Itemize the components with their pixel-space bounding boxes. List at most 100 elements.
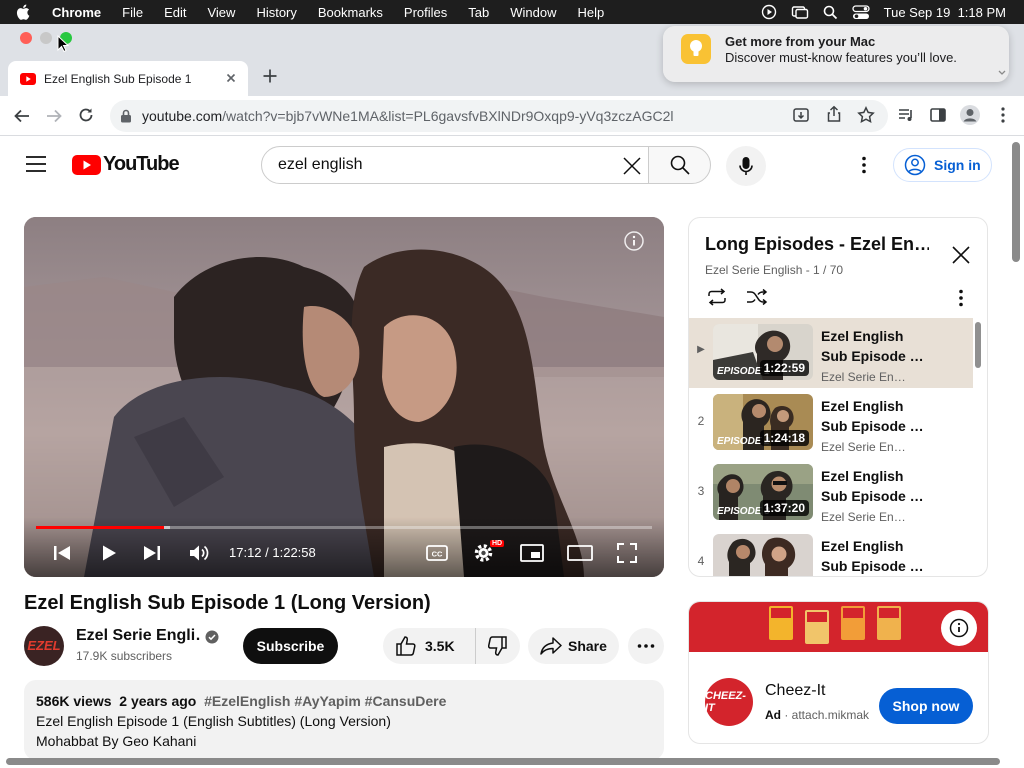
playlist-item[interactable]: ▶ EPISODE 1 1:22:59 Ezel English Sub Epi…	[689, 318, 973, 388]
menu-view[interactable]: View	[207, 5, 235, 20]
miniplayer-icon[interactable]	[520, 544, 544, 562]
youtube-logo[interactable]: YouTube	[72, 153, 180, 176]
search-input[interactable]: ezel english	[261, 146, 649, 184]
menu-bookmarks[interactable]: Bookmarks	[318, 5, 383, 20]
channel-avatar-text: EZEL	[27, 638, 61, 653]
notification-chevron-icon[interactable]	[997, 68, 1007, 78]
menubar-clock[interactable]: Tue Sep 19 1:18 PM	[884, 5, 1006, 20]
video-info-icon[interactable]	[624, 231, 644, 251]
sponsored-ad[interactable]: CHEEZ-IT Cheez-It Ad · attach.mikmak Sho…	[688, 601, 989, 744]
shop-now-button[interactable]: Shop now	[879, 688, 973, 724]
search-button[interactable]	[648, 146, 711, 184]
description-line-1: Ezel English Episode 1 (English Subtitle…	[36, 713, 391, 729]
ad-info-button[interactable]	[941, 610, 977, 646]
playlist-item-index: 4	[697, 554, 705, 568]
spotlight-search-icon[interactable]	[823, 5, 838, 20]
screen-mirroring-icon[interactable]	[791, 4, 809, 20]
advertiser-name[interactable]: Cheez-It	[765, 682, 825, 700]
new-tab-icon[interactable]	[262, 68, 278, 84]
menu-tab[interactable]: Tab	[468, 5, 489, 20]
share-page-icon[interactable]	[825, 105, 843, 123]
upload-age: 2 years ago	[119, 693, 197, 709]
side-panel-icon[interactable]	[929, 106, 947, 124]
url-text[interactable]: youtube.com/watch?v=bjb7vWNe1MA&list=PL6…	[142, 108, 742, 124]
previous-video-icon[interactable]	[52, 544, 72, 562]
close-playlist-icon[interactable]	[951, 245, 971, 265]
like-button[interactable]: 3.5K	[383, 628, 476, 664]
control-center-icon[interactable]	[851, 4, 870, 20]
playlist-title[interactable]: Long Episodes - Ezel En…	[705, 234, 929, 255]
playlist-item[interactable]: 3 EPISODE 3 1:37:20 Ezel English Sub Epi…	[689, 458, 973, 528]
forward-arrow-icon[interactable]	[45, 107, 63, 125]
install-app-icon[interactable]	[792, 106, 810, 124]
playlist-item-title: Ezel English Sub Episode …	[821, 468, 924, 504]
advertiser-logo[interactable]: CHEEZ-IT	[705, 678, 753, 726]
clear-search-icon[interactable]	[622, 156, 642, 176]
shuffle-playlist-icon[interactable]	[746, 288, 768, 306]
ad-banner-image[interactable]	[689, 602, 988, 652]
address-bar[interactable]: youtube.com/watch?v=bjb7vWNe1MA&list=PL6…	[110, 100, 888, 132]
chrome-menu-icon[interactable]	[996, 106, 1010, 124]
playlist-item[interactable]: 4 Ezel English Sub Episode …	[689, 528, 973, 576]
progress-bar[interactable]	[36, 526, 652, 529]
channel-avatar[interactable]: EZEL	[24, 626, 64, 666]
menu-help[interactable]: Help	[578, 5, 605, 20]
video-duration: 1:37:20	[759, 500, 809, 516]
browser-tab-active[interactable]: Ezel English Sub Episode 1 (Lo	[8, 61, 248, 96]
fullscreen-icon[interactable]	[617, 543, 637, 563]
settings-more-icon[interactable]	[860, 156, 868, 174]
menu-history[interactable]: History	[256, 5, 296, 20]
captions-icon[interactable]: CC	[426, 544, 448, 562]
menu-app-chrome[interactable]: Chrome	[52, 5, 101, 20]
theater-mode-icon[interactable]	[567, 545, 593, 561]
media-queue-icon[interactable]	[897, 106, 915, 124]
playlist-item[interactable]: 2 EPISODE 2 1:24:18 Ezel English Sub Epi…	[689, 388, 973, 458]
loop-playlist-icon[interactable]	[706, 288, 728, 306]
menu-edit[interactable]: Edit	[164, 5, 186, 20]
search-icon	[670, 155, 690, 175]
media-play-icon[interactable]	[761, 4, 777, 20]
info-icon	[949, 618, 969, 638]
reload-icon[interactable]	[77, 106, 95, 124]
page-vertical-scrollbar[interactable]	[1012, 142, 1020, 262]
video-player[interactable]: 17:12 / 1:22:58 CC HD	[24, 217, 664, 577]
mouse-cursor-icon	[57, 35, 69, 53]
bookmark-star-icon[interactable]	[857, 106, 875, 124]
hamburger-menu-icon[interactable]	[26, 156, 46, 172]
page-horizontal-scrollbar[interactable]	[6, 758, 1000, 765]
sign-in-button[interactable]: Sign in	[893, 148, 992, 182]
subscriber-count: 17.9K subscribers	[76, 649, 173, 663]
profile-avatar-icon[interactable]	[959, 104, 981, 126]
play-icon[interactable]	[100, 544, 118, 562]
apple-icon[interactable]	[16, 0, 32, 24]
playlist-more-icon[interactable]	[957, 289, 965, 307]
more-actions-button[interactable]	[628, 628, 664, 664]
share-button[interactable]: Share	[528, 628, 619, 664]
channel-name[interactable]: Ezel Serie Engli…	[76, 627, 200, 645]
thumbnail-image	[713, 534, 813, 576]
volume-icon[interactable]	[188, 543, 210, 563]
menu-window[interactable]: Window	[510, 5, 556, 20]
menu-profiles[interactable]: Profiles	[404, 5, 447, 20]
playlist-subtitle: Ezel Serie English - 1 / 70	[705, 263, 844, 277]
playlist-thumbnail: EPISODE 3 1:37:20	[713, 464, 813, 520]
dislike-button[interactable]	[476, 628, 520, 664]
playlist-item-index: 3	[697, 484, 705, 498]
back-arrow-icon[interactable]	[13, 107, 31, 125]
subscribe-button[interactable]: Subscribe	[243, 628, 338, 664]
close-window-icon[interactable]	[20, 32, 32, 44]
notification-title: Get more from your Mac	[725, 34, 876, 49]
url-path: /watch?v=bjb7vWNe1MA&list=PL6gavsfvBXlND…	[222, 108, 674, 124]
playlist-scrollbar[interactable]	[975, 322, 981, 368]
video-duration: 1:22:59	[759, 360, 809, 376]
next-video-icon[interactable]	[142, 544, 162, 562]
menu-file[interactable]: File	[122, 5, 143, 20]
macos-notification[interactable]: Get more from your Mac Discover must-kno…	[663, 26, 1009, 82]
settings-gear-icon[interactable]: HD	[473, 540, 505, 564]
minimize-window-icon[interactable]	[40, 32, 52, 44]
tab-close-icon[interactable]	[224, 71, 238, 85]
hashtags[interactable]: #EzelEnglish #AyYapim #CansuDere	[204, 693, 446, 709]
video-description[interactable]: 586K views 2 years ago #EzelEnglish #AyY…	[24, 680, 664, 760]
lock-icon[interactable]	[120, 109, 132, 123]
voice-search-button[interactable]	[726, 146, 766, 186]
